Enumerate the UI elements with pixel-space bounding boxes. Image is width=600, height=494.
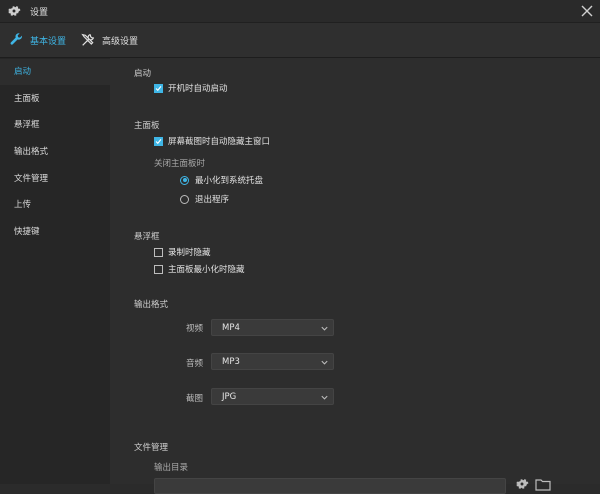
checkbox-box — [154, 83, 163, 93]
tab-basic-settings[interactable]: 基本设置 — [8, 31, 66, 49]
sidebar-item-main-panel[interactable]: 主面板 — [0, 86, 110, 112]
auto-start-checkbox[interactable]: 开机时自动启动 — [154, 82, 228, 94]
folder-icon[interactable] — [535, 478, 551, 491]
check-icon — [155, 138, 162, 144]
section-title-files: 文件管理 — [134, 443, 169, 453]
sidebar: 启动 主面板 悬浮框 输出格式 文件管理 上传 快捷键 — [0, 58, 110, 484]
checkbox-label: 录制时隐藏 — [168, 248, 211, 258]
close-panel-subtitle: 关闭主面板时 — [154, 159, 206, 169]
exit-program-radio[interactable]: 退出程序 — [180, 193, 229, 205]
select-value: JPG — [222, 392, 237, 402]
output-dir-label: 输出目录 — [154, 463, 189, 473]
audio-label: 音频 — [186, 359, 204, 369]
radio-dot — [180, 194, 189, 204]
minimize-to-tray-radio[interactable]: 最小化到系统托盘 — [180, 174, 263, 186]
tab-label: 基本设置 — [30, 36, 67, 47]
radio-label: 最小化到系统托盘 — [195, 176, 264, 186]
screenshot-format-select[interactable]: JPG — [211, 388, 334, 405]
window-title: 设置 — [30, 8, 49, 18]
screenshot-label: 截图 — [186, 394, 204, 404]
audio-format-select[interactable]: MP3 — [211, 353, 334, 370]
radio-label: 退出程序 — [195, 195, 230, 205]
checkbox-box — [154, 247, 163, 257]
chevron-down-icon — [321, 395, 328, 400]
scrollbar[interactable] — [595, 58, 600, 484]
tab-label: 高级设置 — [102, 36, 139, 47]
select-value: MP4 — [222, 323, 240, 333]
section-title-startup: 启动 — [134, 69, 152, 79]
checkbox-label: 主面板最小化时隐藏 — [168, 265, 245, 275]
checkbox-label: 屏幕截图时自动隐藏主窗口 — [168, 137, 271, 147]
sidebar-item-output-format[interactable]: 输出格式 — [0, 139, 110, 165]
section-title-float: 悬浮框 — [134, 232, 160, 242]
tab-bar: 基本设置 高级设置 — [0, 23, 600, 58]
checkbox-box — [154, 136, 163, 146]
section-title-main-panel: 主面板 — [134, 121, 160, 131]
checkbox-box — [154, 264, 163, 274]
hide-on-capture-checkbox[interactable]: 屏幕截图时自动隐藏主窗口 — [154, 135, 270, 147]
sidebar-item-float[interactable]: 悬浮框 — [0, 112, 110, 138]
gear-icon — [8, 6, 21, 16]
chevron-down-icon — [321, 326, 328, 331]
gear-icon[interactable] — [515, 477, 529, 491]
tools-icon — [81, 33, 95, 46]
wrench-icon — [10, 33, 22, 45]
select-value: MP3 — [222, 357, 240, 367]
sidebar-item-upload[interactable]: 上传 — [0, 192, 110, 218]
sidebar-item-hotkeys[interactable]: 快捷键 — [0, 219, 110, 245]
video-label: 视频 — [186, 324, 204, 334]
hide-while-recording-checkbox[interactable]: 录制时隐藏 — [154, 246, 211, 258]
radio-dot — [180, 175, 189, 185]
title-bar: 设置 — [0, 0, 600, 23]
check-icon — [155, 85, 162, 91]
sidebar-item-file-management[interactable]: 文件管理 — [0, 166, 110, 192]
close-icon[interactable] — [580, 4, 594, 18]
tab-advanced-settings[interactable]: 高级设置 — [80, 31, 138, 49]
output-dir-input[interactable] — [154, 478, 506, 494]
section-title-output: 输出格式 — [134, 300, 169, 310]
settings-content: 启动 开机时自动启动 主面板 屏幕截图时自动隐藏主窗口 关闭主面板时 最小化到系… — [110, 58, 600, 494]
video-format-select[interactable]: MP4 — [211, 319, 334, 336]
chevron-down-icon — [321, 360, 328, 365]
checkbox-label: 开机时自动启动 — [168, 84, 228, 94]
sidebar-item-startup[interactable]: 启动 — [0, 59, 110, 85]
hide-when-minimized-checkbox[interactable]: 主面板最小化时隐藏 — [154, 263, 245, 275]
